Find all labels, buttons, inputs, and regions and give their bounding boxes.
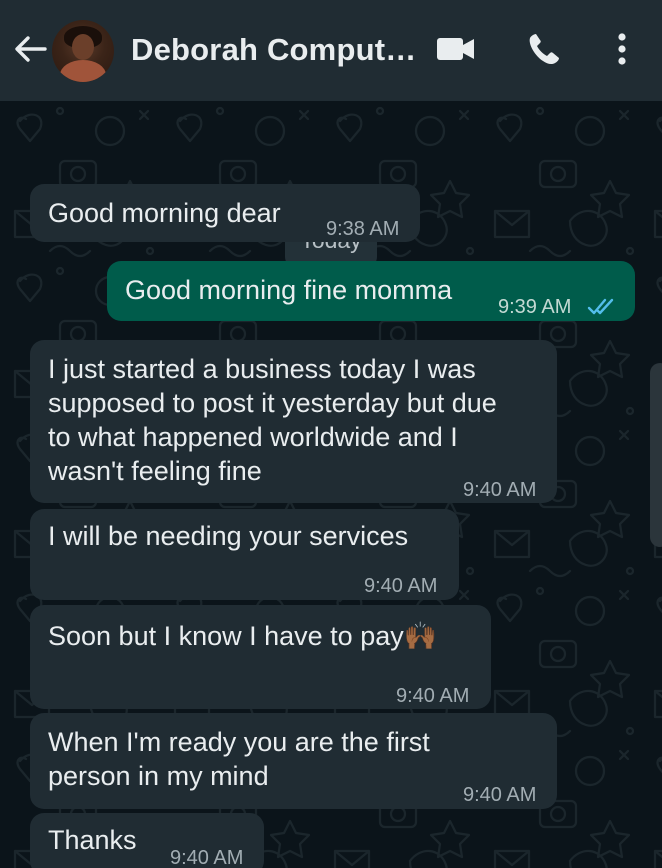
scrollbar-thumb[interactable] [650,363,662,547]
message-text: I just started a business today I was su… [48,354,497,486]
message-text: Thanks [48,825,137,855]
read-double-tick-icon [587,291,617,325]
contact-avatar[interactable] [52,20,114,82]
message-time: 9:38 AM [326,218,400,240]
message-time: 9:40 AM [364,575,438,597]
message-bubble-incoming[interactable]: When I'm ready you are the first person … [30,713,557,809]
message-text: Good morning fine momma [125,275,453,305]
message-time: 9:40 AM [396,685,470,707]
voice-call-button[interactable] [522,30,566,72]
contact-name[interactable]: Deborah Comput… [131,32,416,68]
message-bubble-incoming[interactable]: Good morning dear 9:38 AM [30,184,420,242]
chat-header: Deborah Comput… [0,0,662,101]
arrow-left-icon [13,34,47,69]
message-time: 9:40 AM [463,479,537,501]
message-text: Soon but I know I have to pay🙌🏾 [48,621,438,651]
message-bubble-incoming[interactable]: Soon but I know I have to pay🙌🏾 9:40 AM [30,605,491,709]
more-vertical-icon [617,32,627,71]
back-button[interactable] [10,28,50,74]
message-text: When I'm ready you are the first person … [48,727,430,791]
message-time: 9:40 AM [170,847,244,868]
message-time: 9:39 AM [498,296,572,318]
message-time: 9:40 AM [463,784,537,806]
message-bubble-incoming[interactable]: I will be needing your services 9:40 AM [30,509,459,600]
message-bubble-outgoing[interactable]: Good morning fine momma 9:39 AM [107,261,635,321]
message-text: Good morning dear [48,198,281,228]
video-camera-icon [436,36,476,67]
video-call-button[interactable] [434,30,478,72]
message-bubble-incoming[interactable]: I just started a business today I was su… [30,340,557,503]
message-text: I will be needing your services [48,521,409,551]
message-bubble-incoming[interactable]: Thanks 9:40 AM [30,813,264,868]
phone-icon [527,32,561,71]
chat-area[interactable]: Today Good morning dear 9:38 AM Good mor… [0,101,662,868]
more-options-button[interactable] [600,30,644,72]
